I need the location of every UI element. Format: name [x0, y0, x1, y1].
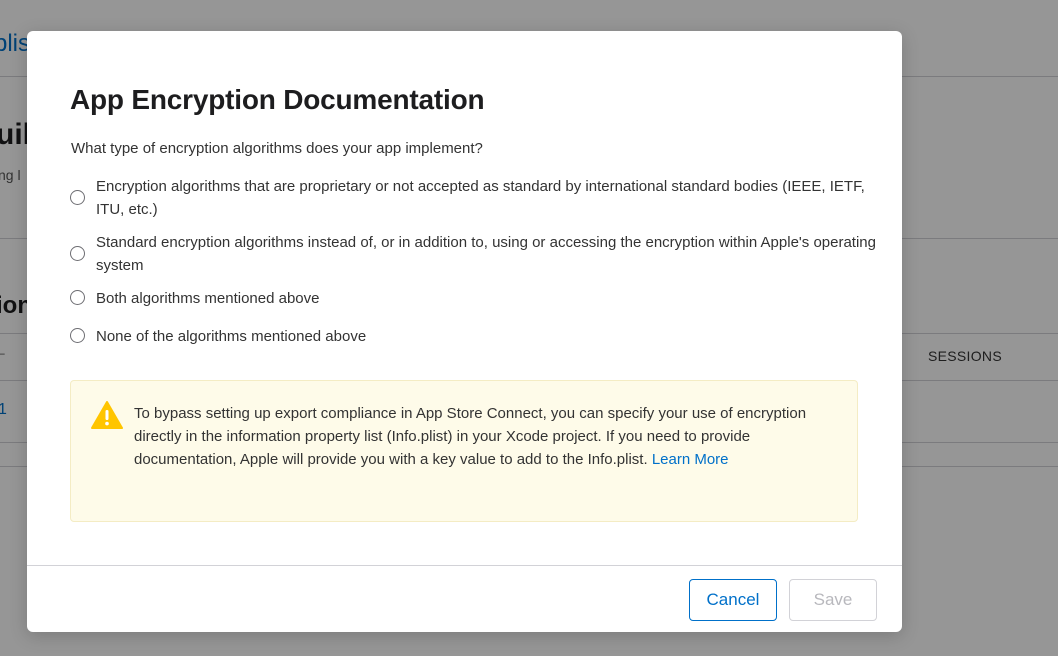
option-label[interactable]: Both algorithms mentioned above [96, 287, 796, 310]
notice-text: To bypass setting up export compliance i… [134, 402, 834, 471]
encryption-question: What type of encryption algorithms does … [71, 140, 483, 157]
warning-icon [91, 401, 123, 429]
save-button[interactable]: Save [789, 579, 877, 621]
encryption-documentation-dialog: App Encryption Documentation What type o… [27, 31, 902, 632]
learn-more-link[interactable]: Learn More [652, 451, 729, 468]
export-compliance-notice: To bypass setting up export compliance i… [70, 380, 858, 522]
dialog-title: App Encryption Documentation [70, 84, 485, 115]
option-label[interactable]: None of the algorithms mentioned above [96, 325, 796, 348]
dialog-footer-divider [27, 565, 902, 566]
cancel-button[interactable]: Cancel [689, 579, 777, 621]
radio-button[interactable] [70, 246, 85, 261]
option-label[interactable]: Encryption algorithms that are proprieta… [96, 175, 866, 221]
radio-button[interactable] [70, 328, 85, 343]
radio-button[interactable] [70, 190, 85, 205]
option-label[interactable]: Standard encryption algorithms instead o… [96, 231, 876, 277]
radio-button[interactable] [70, 290, 85, 305]
